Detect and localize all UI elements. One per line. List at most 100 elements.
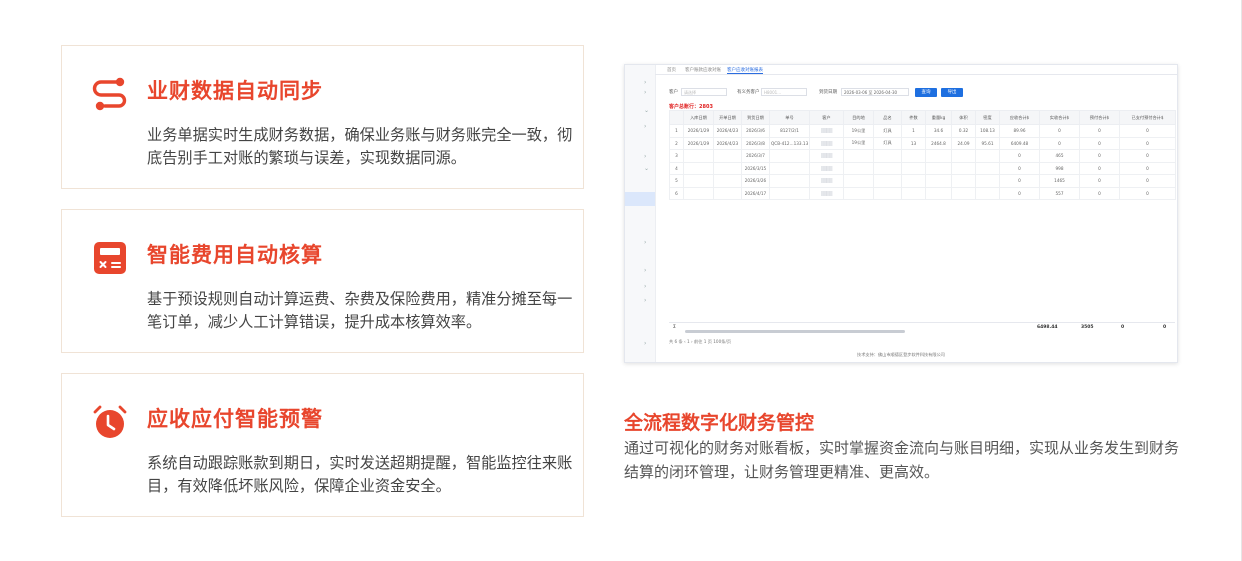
column-header[interactable]: 已支付预付合计$ (1119, 110, 1176, 125)
filter-bar: 客户 请选择 有义务客户 H8001... 到货日期 2026-03-06 至 … (669, 88, 1169, 98)
table-row[interactable]: 3 2026/3/7 ▒▒▒▒ 0 465 0 0 (669, 149, 1176, 163)
sum-symbol: Σ (673, 325, 676, 330)
sum-paid-prepaid: 0 (1163, 325, 1167, 330)
nav-selected-item[interactable] (625, 192, 655, 206)
table-cell (901, 186, 926, 200)
table-cell (713, 149, 742, 163)
calculator-icon (94, 242, 126, 274)
column-header[interactable]: 件数 (901, 110, 926, 125)
table-cell (769, 186, 810, 200)
column-header[interactable]: 重量kg (925, 110, 952, 125)
nav-arrow-icon: › (644, 123, 647, 130)
table-cell: 6 (669, 186, 684, 200)
owner-label: 有义务客户 (737, 90, 760, 95)
table-cell: 998 (1039, 161, 1080, 175)
table-cell: 95.61 (975, 136, 1000, 150)
table-cell: 5 (669, 174, 684, 188)
customer-label: 客户 (669, 90, 678, 95)
table-cell (843, 161, 874, 175)
query-button[interactable]: 查询 (915, 88, 937, 97)
column-header[interactable] (669, 110, 684, 125)
nav-arrow-icon: › (644, 340, 647, 347)
tab-customer-ar[interactable]: 客户账款应收对账 (685, 67, 721, 73)
table-cell: 13 (901, 136, 926, 150)
nav-arrow-icon: › (644, 297, 647, 304)
column-header[interactable]: 品名 (873, 110, 902, 125)
tab-home[interactable]: 首页 (667, 67, 676, 73)
table-cell (951, 186, 976, 200)
table-cell (975, 161, 1000, 175)
table-row[interactable]: 4 2026/3/15 ▒▒▒▒ 0 998 0 0 (669, 161, 1176, 175)
export-button[interactable]: 导出 (941, 88, 963, 97)
nav-arrow-icon: › (644, 89, 647, 96)
feature-card-cost: 智能费用自动核算 基于预设规则自动计算运费、杂费及保险费用，精准分摊至每一笔订单… (61, 209, 584, 353)
date-label: 到货日期 (819, 90, 837, 95)
table-cell (901, 174, 926, 188)
table-cell: 2026/1/29 (683, 136, 714, 150)
column-header[interactable]: 客户 (809, 110, 844, 125)
table-cell: 3 (669, 149, 684, 163)
table-cell: 0.32 (951, 124, 976, 138)
nav-arrow-icon: › (644, 153, 647, 160)
table-cell: 1465 (1039, 174, 1080, 188)
table-cell: ▒▒▒▒ (809, 186, 844, 200)
table-cell: 0 (1039, 136, 1080, 150)
table-cell (769, 174, 810, 188)
table-cell: 灯具 (873, 136, 902, 150)
table-cell: 0 (999, 161, 1040, 175)
tab-bar: 首页 客户账款应收对账 客户应收对账报表 (655, 65, 1177, 75)
table-cell (975, 174, 1000, 188)
table-cell: 灯具 (873, 124, 902, 138)
table-cell (843, 186, 874, 200)
customer-select[interactable]: 请选择 (681, 88, 727, 96)
pagination[interactable]: 共 6 条 ‹ 1 › 前往 1 页 100条/页 (669, 339, 731, 345)
table-cell: 0 (1079, 174, 1120, 188)
table-cell: 0 (1079, 161, 1120, 175)
column-header[interactable]: 入库日期 (683, 110, 714, 125)
nav-arrow-icon: › (644, 239, 647, 246)
table-cell (683, 174, 714, 188)
table-cell: 2026/3/6 (741, 124, 770, 138)
table-cell (925, 174, 952, 188)
table-cell: 0 (1119, 186, 1176, 200)
table-row[interactable]: 1 2026/1/29 2026/4/23 2026/3/6 8127/2/1 ▒▒▒▒ 1… (669, 124, 1176, 138)
left-nav: › › ⌄ › › ⌄ › › › › › (625, 65, 656, 362)
table-row[interactable]: 2 2026/1/29 2026/4/23 2026/3/8 QCB-412...133… (669, 136, 1176, 150)
column-header[interactable]: 到货日期 (741, 110, 770, 125)
table-cell: 34.6 (925, 124, 952, 138)
table-header-row: 入库日期 开单日期 到货日期 单号 客户 目的地 品名 件数 重量kg 体积 密度 应收合计$ 实收合计… (669, 110, 1176, 125)
date-range-picker[interactable]: 2026-03-06 至 2026-04-30 (841, 88, 909, 96)
table-cell: 2026/3/7 (741, 149, 770, 163)
feature-description: 系统自动跟踪账款到期日，实时发送超期提醒，智能监控往来账目，有效降低坏账风险，保… (147, 454, 573, 495)
column-header[interactable]: 开单日期 (713, 110, 742, 125)
column-header[interactable]: 预付合计$ (1079, 110, 1120, 125)
column-header[interactable]: 体积 (951, 110, 976, 125)
tab-customer-report[interactable]: 客户应收对账报表 (727, 67, 763, 74)
table-cell: 2026/4/23 (713, 124, 742, 138)
table-cell: 2026/4/17 (741, 186, 770, 200)
table-row[interactable]: 5 2026/3/26 ▒▒▒▒ 0 1465 0 0 (669, 174, 1176, 188)
table-cell: 2026/4/23 (713, 136, 742, 150)
table-cell: 0 (1119, 174, 1176, 188)
column-header[interactable]: 目的地 (843, 110, 874, 125)
horizontal-scrollbar[interactable] (685, 330, 905, 333)
column-header[interactable]: 实收合计$ (1039, 110, 1080, 125)
nav-arrow-icon: ⌄ (644, 165, 650, 172)
table-cell (843, 149, 874, 163)
table-cell (951, 149, 976, 163)
column-header[interactable]: 密度 (975, 110, 1000, 125)
section-title: 全流程数字化财务管控 (624, 412, 815, 434)
column-header[interactable]: 应收合计$ (999, 110, 1040, 125)
table-cell: 465 (1039, 149, 1080, 163)
table-cell (769, 149, 810, 163)
table-cell (901, 149, 926, 163)
table-cell: 0 (999, 186, 1040, 200)
nav-arrow-icon: ⌄ (644, 107, 650, 114)
table-cell (975, 149, 1000, 163)
owner-select[interactable]: H8001... (761, 88, 807, 96)
table-cell: 4 (669, 161, 684, 175)
table-cell: ▒▒▒▒ (809, 136, 844, 150)
table-cell (683, 161, 714, 175)
column-header[interactable]: 单号 (769, 110, 810, 125)
table-row[interactable]: 6 2026/4/17 ▒▒▒▒ 0 557 0 0 (669, 186, 1176, 200)
